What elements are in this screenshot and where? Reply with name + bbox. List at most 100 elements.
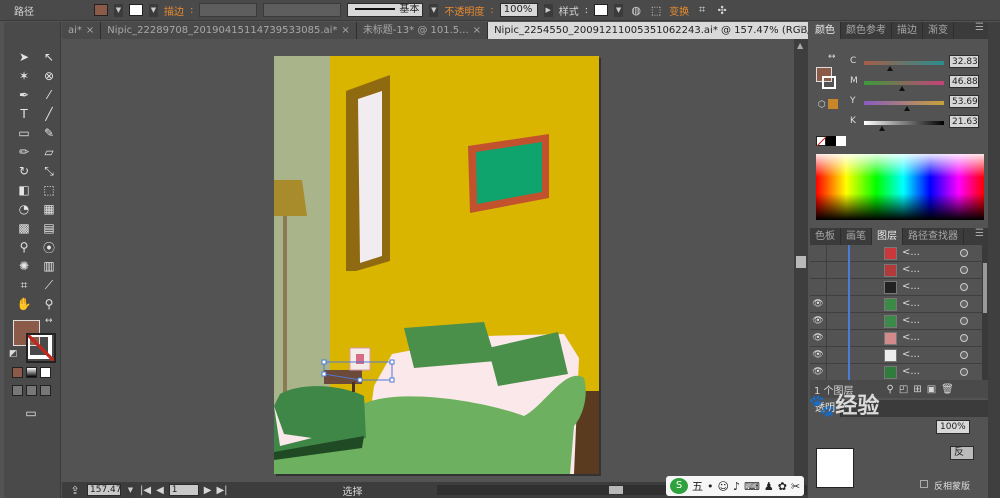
slider-value[interactable]: 32.83 (949, 55, 979, 68)
tab-layers[interactable]: 图层 (872, 228, 903, 245)
tab-color-guide[interactable]: 颜色参考 (841, 22, 892, 39)
ime-dot[interactable]: • (707, 480, 714, 493)
line-tool-icon[interactable]: ╱ (38, 105, 60, 123)
visibility-eye-icon[interactable]: 👁 (810, 333, 826, 343)
opacity-dropdown-icon[interactable]: ▶ (543, 3, 553, 17)
tab-doc-active[interactable]: Nipic_2254550_20091211005351062243.ai* @… (488, 22, 808, 39)
layers-menu-icon[interactable]: ☰ (975, 228, 988, 245)
prev-page-icon[interactable]: ◀ (156, 485, 164, 496)
perspective-grid-icon[interactable]: ▦ (38, 200, 60, 218)
stroke-color-swatch[interactable] (26, 333, 56, 363)
layer-name[interactable]: <... (902, 315, 920, 326)
default-colors-icon[interactable]: ◩ (9, 349, 18, 359)
target-circle-icon[interactable] (960, 300, 968, 308)
layer-name[interactable]: <... (902, 366, 920, 377)
fill-dropdown-icon[interactable]: ▼ (114, 3, 123, 17)
direct-selection-tool-icon[interactable]: ↖ (38, 48, 60, 66)
slider-knob[interactable] (898, 86, 905, 91)
layer-name[interactable]: <... (902, 247, 920, 258)
transform-link[interactable]: 变换 (669, 3, 689, 18)
first-page-icon[interactable]: |◀ (140, 485, 151, 496)
stroke-style-field[interactable]: 基本 (347, 3, 424, 17)
color-spectrum[interactable] (816, 154, 984, 220)
none-swatch[interactable] (816, 136, 827, 147)
pen-tool-icon[interactable]: ✒ (13, 86, 35, 104)
layer-row[interactable]: <... (810, 262, 988, 279)
column-graph-icon[interactable]: ▥ (38, 257, 60, 275)
tab-pathfinder[interactable]: 路径查找器 (903, 228, 964, 245)
scroll-up-icon[interactable]: ▲ (797, 41, 803, 50)
color-mode-icon[interactable] (12, 367, 23, 378)
paintbrush-icon[interactable]: ✎ (38, 124, 60, 142)
lock-toggle[interactable] (826, 245, 846, 261)
artboard[interactable] (274, 56, 599, 474)
draw-normal-icon[interactable] (12, 385, 23, 396)
visibility-eye-icon[interactable]: 👁 (810, 350, 826, 360)
page-field[interactable]: 1 (168, 484, 199, 496)
opacity-field[interactable]: 100% (499, 3, 538, 17)
slider-y[interactable]: Y 53.69 (810, 92, 988, 112)
eyedropper-icon[interactable]: ⚲ (13, 238, 35, 256)
ime-toolbar[interactable]: S 五 • ☺ ♪ ⌨ ♟ ✿ ✂ (666, 476, 805, 496)
stroke-dropdown-icon[interactable]: ▼ (149, 3, 158, 17)
slider-knob[interactable] (904, 106, 911, 111)
hscroll-thumb[interactable] (609, 486, 623, 494)
black-swatch[interactable] (826, 136, 836, 146)
style-swatch[interactable] (594, 4, 609, 16)
target-circle-icon[interactable] (960, 351, 968, 359)
lock-toggle[interactable] (826, 313, 846, 329)
gradient-tool-icon[interactable]: ▤ (38, 219, 60, 237)
mask-thumbnail[interactable] (816, 448, 854, 488)
close-icon[interactable]: × (473, 25, 481, 36)
keyboard-icon[interactable]: ⌨ (744, 480, 760, 493)
layer-name[interactable]: <... (902, 281, 920, 292)
close-icon[interactable]: × (341, 25, 349, 36)
lock-toggle[interactable] (826, 364, 846, 380)
lock-toggle[interactable] (826, 279, 846, 295)
tab-doc-1[interactable]: ai* × (62, 22, 102, 39)
stroke-label[interactable]: 描边 (164, 3, 184, 18)
variable-width-field[interactable] (263, 3, 342, 17)
layer-row[interactable]: 👁 <... (810, 347, 988, 364)
scale-tool-icon[interactable]: ⤡ (38, 162, 60, 180)
delete-layer-icon[interactable]: 🗑 (941, 384, 954, 395)
target-circle-icon[interactable] (960, 317, 968, 325)
lasso-icon[interactable]: ⊗ (38, 67, 60, 85)
fill-swatch[interactable] (94, 4, 108, 16)
isolate-icon[interactable]: ⌗ (695, 3, 709, 17)
make-clipping-mask-icon[interactable]: ◰ (899, 384, 908, 395)
next-page-icon[interactable]: ▶ (204, 485, 212, 496)
slice-tool-icon[interactable]: ⟋ (38, 276, 60, 294)
gradient-mode-icon[interactable] (26, 367, 37, 378)
close-icon[interactable]: × (86, 25, 94, 36)
align-icon[interactable]: ⬚ (649, 3, 663, 17)
slider-track[interactable] (864, 81, 944, 85)
shape-builder-icon[interactable]: ◔ (13, 200, 35, 218)
layers-scroll-thumb[interactable] (983, 263, 987, 313)
stroke-weight-field[interactable] (199, 3, 258, 17)
panel-menu-icon[interactable]: ☰ (975, 22, 988, 39)
blend-tool-icon[interactable]: ⦿ (38, 238, 60, 256)
sogou-logo-icon[interactable]: S (670, 478, 688, 494)
layer-name[interactable]: <... (902, 298, 920, 309)
tab-doc-3[interactable]: 未标题-13* @ 101.5... × (356, 22, 489, 39)
tools-icon[interactable]: ✂ (791, 480, 800, 493)
emoji-icon[interactable]: ☺ (718, 480, 729, 493)
selection-tool-icon[interactable]: ➤ (13, 48, 35, 66)
layer-row[interactable]: 👁 <... (810, 364, 988, 381)
visibility-eye-icon[interactable]: 👁 (810, 367, 826, 377)
swap-colors-icon[interactable]: ↔ (45, 316, 53, 326)
screen-mode-icon[interactable]: ▭ (20, 404, 42, 422)
tab-swatches[interactable]: 色板 (810, 228, 841, 245)
none-mode-icon[interactable] (40, 367, 51, 378)
voice-icon[interactable]: ♪ (733, 480, 740, 493)
slider-k[interactable]: K 21.63 (810, 112, 988, 132)
recolor-icon[interactable]: ◍ (629, 3, 643, 17)
target-circle-icon[interactable] (960, 249, 968, 257)
make-mask-button[interactable]: 反 (950, 446, 974, 460)
last-page-icon[interactable]: ▶| (216, 485, 227, 496)
rotate-tool-icon[interactable]: ↻ (13, 162, 35, 180)
vertical-scrollbar[interactable]: ▲ (794, 39, 808, 482)
layer-row[interactable]: <... (810, 245, 988, 262)
lock-toggle[interactable] (826, 262, 846, 278)
